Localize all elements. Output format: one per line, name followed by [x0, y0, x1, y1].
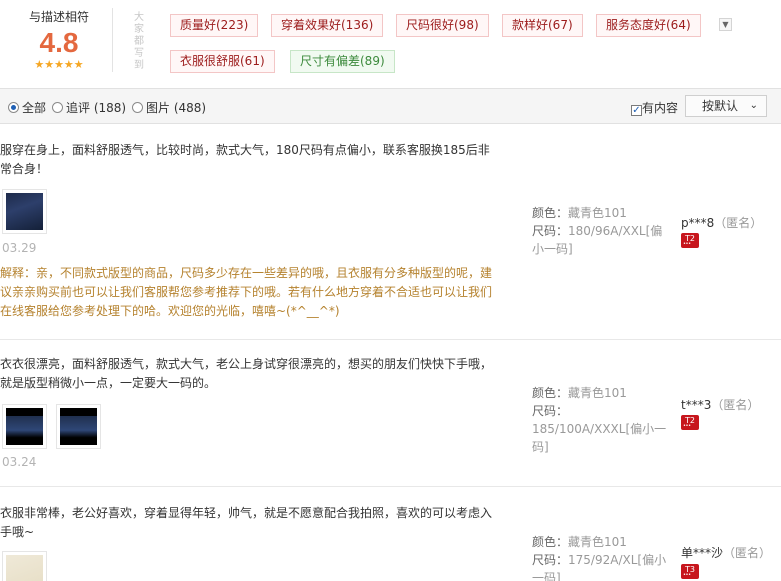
- has-content-checkbox[interactable]: ✓有内容: [631, 99, 678, 116]
- sort-select[interactable]: 按默认 ⌄: [685, 95, 767, 117]
- color-value: 藏青色101: [568, 535, 627, 549]
- review-text: 服穿在身上，面料舒服透气，比较时尚，款式大气，180尺码有点偏小，联系客服换18…: [0, 143, 490, 176]
- sku-info: 颜色：藏青色101 尺码：175/92A/XL[偏小一码]: [532, 533, 667, 581]
- member-level-icon: T2: [681, 415, 699, 431]
- filter-followup-radio[interactable]: 追评 (188): [52, 99, 126, 116]
- has-content-label: 有内容: [642, 101, 679, 115]
- review-item: 衣服非常棒，老公好喜欢，穿着显得年轻，帅气，就是不愿意配合我拍照，喜欢的可以考虑…: [0, 487, 781, 581]
- reviewer-name: t***3: [681, 398, 712, 412]
- sku-info: 颜色：藏青色101 尺码：180/96A/XXL[偏小一码]: [532, 204, 667, 258]
- review-item: 服穿在身上，面料舒服透气，比较时尚，款式大气，180尺码有点偏小，联系客服换18…: [0, 124, 781, 340]
- member-level-icon: T3: [681, 564, 699, 580]
- review-photo[interactable]: [2, 404, 47, 449]
- filter-followup-label: 追评 (188): [66, 101, 127, 115]
- size-label: 尺码：: [532, 553, 569, 567]
- review-photo[interactable]: [2, 189, 47, 234]
- star-rating-icon: ★★★★★: [34, 58, 84, 71]
- color-label: 颜色：: [532, 386, 569, 400]
- review-text: 衣服非常棒，老公好喜欢，穿着显得年轻，帅气，就是不愿意配合我拍照，喜欢的可以考虑…: [0, 506, 493, 539]
- review-item: 衣衣很漂亮，面料舒服透气，款式大气，老公上身试穿很漂亮的，想买的朋友们快快下手哦…: [0, 340, 781, 487]
- size-label: 尺码：: [532, 404, 569, 418]
- color-label: 颜色：: [532, 206, 569, 220]
- sort-select-value: 按默认: [702, 99, 739, 113]
- tags-heading: 大家都写到: [134, 12, 144, 71]
- divider: [112, 8, 113, 72]
- jacket-photo: [60, 408, 97, 445]
- tag-size-good[interactable]: 尺码很好(98): [396, 14, 489, 37]
- tag-service-good[interactable]: 服务态度好(64): [596, 14, 701, 37]
- review-filter-bar: 全部 追评 (188) 图片 (488) ✓有内容 按默认 ⌄: [0, 88, 781, 124]
- color-label: 颜色：: [532, 535, 569, 549]
- reviewer-name: 单***沙: [681, 546, 724, 560]
- radio-icon: [132, 102, 143, 113]
- score-value: 4.8: [39, 27, 79, 58]
- jacket-photo: [6, 408, 43, 445]
- anonymous-tag: （匿名）: [711, 398, 760, 412]
- filter-images-label: 图片 (488): [146, 101, 207, 115]
- review-photos: [2, 189, 56, 234]
- rating-summary: 与描述相符 4.8 ★★★★★ 大家都写到 质量好(223) 穿着效果好(136…: [0, 0, 781, 88]
- review-photos: [2, 404, 110, 449]
- color-value: 藏青色101: [568, 386, 627, 400]
- reviewer: 单***沙（匿名）: [681, 544, 771, 561]
- reviewer: p***8（匿名）: [681, 214, 762, 231]
- reviewer: t***3（匿名）: [681, 396, 759, 413]
- size-value: 185/100A/XXXL[偏小一码]: [532, 422, 667, 454]
- review-photo[interactable]: [56, 404, 101, 449]
- anonymous-tag: （匿名）: [723, 546, 772, 560]
- tag-size-deviation[interactable]: 尺寸有偏差(89): [290, 50, 395, 73]
- member-level-icon: T2: [681, 233, 699, 249]
- chevron-down-icon: ⌄: [749, 100, 758, 111]
- score-box: 与描述相符 4.8 ★★★★★: [14, 8, 104, 71]
- jacket-photo: [6, 193, 43, 230]
- anonymous-tag: （匿名）: [714, 216, 763, 230]
- radio-icon: [52, 102, 63, 113]
- review-photos: [2, 551, 56, 581]
- tag-comfortable[interactable]: 衣服很舒服(61): [170, 50, 275, 73]
- checkbox-checked-icon: ✓: [631, 105, 642, 116]
- seller-reply: 解释：亲，不同款式版型的商品，尺码多少存在一些差异的哦，且衣服有分多种版型的呢，…: [0, 266, 493, 318]
- score-label: 与描述相符: [28, 10, 89, 24]
- filter-images-radio[interactable]: 图片 (488): [132, 99, 206, 116]
- filter-all-radio[interactable]: 全部: [8, 99, 46, 116]
- filter-all-label: 全部: [22, 101, 47, 115]
- tag-style-good[interactable]: 款样好(67): [502, 14, 583, 37]
- review-photo[interactable]: [2, 551, 47, 581]
- review-date: 03.29: [2, 241, 37, 255]
- chevron-down-icon[interactable]: ▼: [719, 18, 732, 31]
- reviewer-name: p***8: [681, 216, 715, 230]
- radio-selected-icon: [8, 102, 19, 113]
- color-value: 藏青色101: [568, 206, 627, 220]
- tag-wear-effect[interactable]: 穿着效果好(136): [271, 14, 384, 37]
- tag-quality[interactable]: 质量好(223): [170, 14, 259, 37]
- review-text: 衣衣很漂亮，面料舒服透气，款式大气，老公上身试穿很漂亮的，想买的朋友们快快下手哦…: [0, 357, 493, 390]
- sku-info: 颜色：藏青色101 尺码： 185/100A/XXXL[偏小一码]: [532, 384, 667, 456]
- jacket-photo: [6, 555, 43, 581]
- size-label: 尺码：: [532, 224, 569, 238]
- review-date: 03.24: [2, 455, 37, 469]
